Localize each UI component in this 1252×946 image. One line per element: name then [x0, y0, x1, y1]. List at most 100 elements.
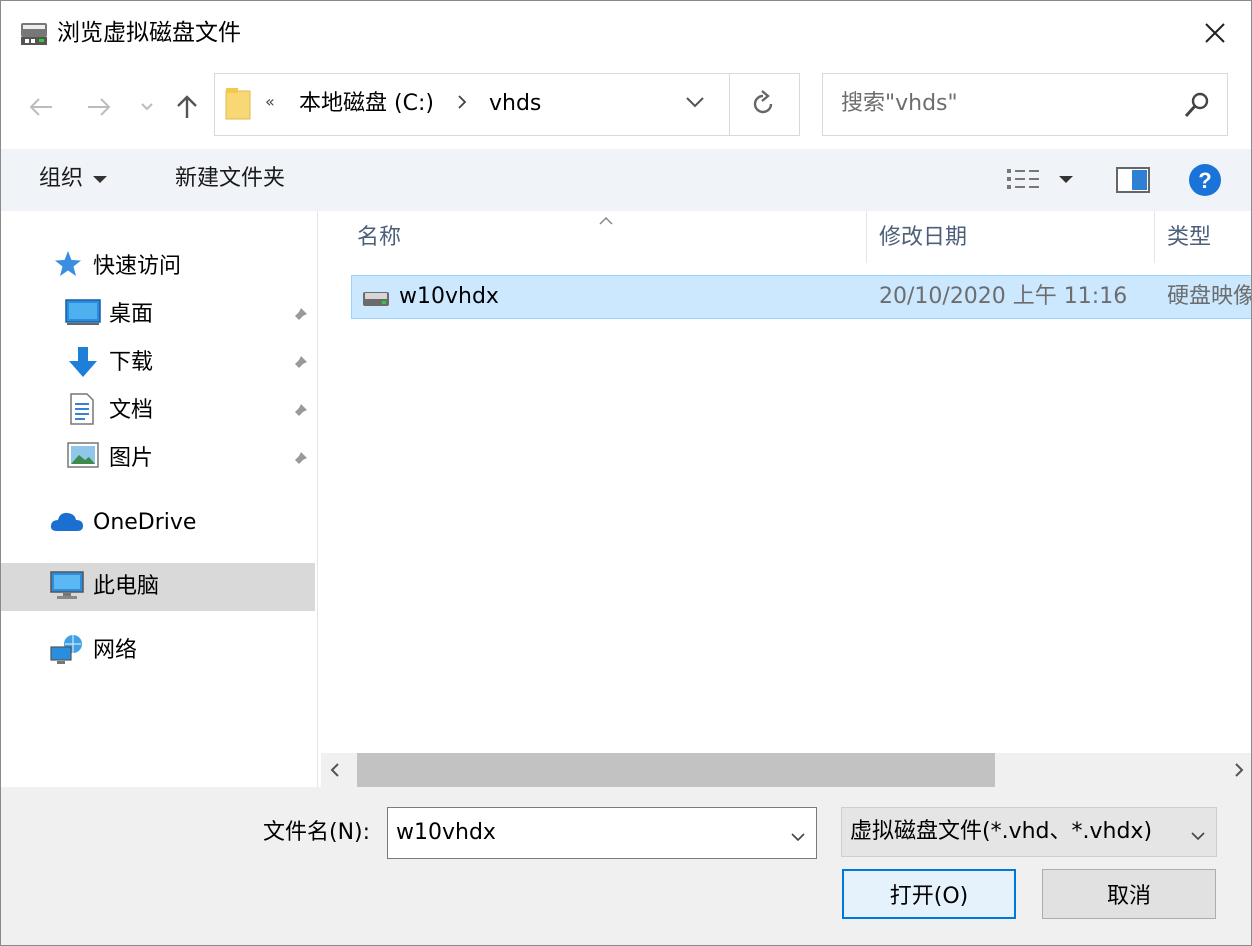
file-name: w10vhdx — [399, 284, 499, 309]
navigation-pane: 快速访问 桌面 下载 文档 图片 OneDrive 此电脑 网络 — [1, 211, 317, 787]
pin-icon[interactable] — [289, 449, 309, 479]
search-placeholder: 搜索"vhds" — [841, 91, 958, 116]
sort-ascending-icon — [598, 211, 614, 230]
organize-menu[interactable]: 组织 — [39, 164, 108, 194]
chevron-right-icon — [1235, 763, 1244, 777]
file-row[interactable]: w10vhdx 20/10/2020 上午 11:16 硬盘映像文件 — [351, 275, 1251, 319]
chevron-down-icon — [686, 97, 704, 108]
new-folder-button[interactable]: 新建文件夹 — [175, 164, 285, 194]
title-bar: 浏览虚拟磁盘文件 — [1, 1, 1251, 65]
nav-documents[interactable]: 文档 — [1, 387, 317, 435]
download-icon — [67, 345, 99, 388]
forward-button[interactable] — [79, 87, 119, 127]
documents-icon — [69, 393, 95, 434]
network-label: 网络 — [93, 638, 138, 663]
pin-icon[interactable] — [289, 353, 309, 383]
star-icon — [53, 249, 83, 288]
nav-pictures[interactable]: 图片 — [1, 435, 317, 483]
pin-icon[interactable] — [289, 305, 309, 335]
file-type-select[interactable]: 虚拟磁盘文件(*.vhd、*.vhdx) — [841, 807, 1217, 857]
chevron-left-icon — [330, 763, 339, 777]
preview-pane-icon — [1116, 167, 1150, 193]
search-icon[interactable] — [1183, 91, 1211, 123]
pictures-label: 图片 — [109, 446, 154, 471]
filename-field[interactable]: w10vhdx — [387, 807, 817, 859]
chevron-right-icon[interactable] — [457, 94, 467, 114]
pictures-icon — [67, 441, 99, 478]
nav-quick-access[interactable]: 快速访问 — [1, 243, 317, 291]
close-icon — [1205, 23, 1225, 43]
virtual-disk-icon — [19, 19, 49, 49]
nav-onedrive[interactable]: OneDrive — [1, 499, 317, 547]
forward-arrow-icon — [88, 98, 111, 116]
this-pc-label: 此电脑 — [93, 574, 160, 599]
address-bar[interactable]: « 本地磁盘 (C:) vhds — [214, 73, 800, 136]
desktop-icon — [65, 297, 101, 336]
view-options-button[interactable] — [1005, 165, 1075, 199]
onedrive-label: OneDrive — [93, 510, 197, 535]
cancel-button-label: 取消 — [1106, 884, 1151, 909]
open-button-label: 打开(O) — [889, 884, 969, 909]
file-type: 硬盘映像文件 — [1167, 284, 1251, 309]
column-header-modified[interactable]: 修改日期 — [879, 221, 967, 255]
address-overflow[interactable]: « — [265, 92, 275, 111]
close-button[interactable] — [1179, 1, 1251, 65]
pane-divider[interactable] — [317, 211, 318, 787]
scroll-left-button[interactable] — [329, 761, 341, 783]
quick-access-label: 快速访问 — [93, 254, 182, 279]
help-button[interactable]: ? — [1188, 163, 1222, 201]
organize-label: 组织 — [39, 166, 84, 191]
horizontal-scrollbar[interactable] — [321, 753, 1251, 787]
documents-label: 文档 — [109, 398, 154, 423]
scrollbar-thumb[interactable] — [357, 753, 995, 787]
up-button[interactable] — [167, 87, 207, 127]
network-icon — [49, 633, 85, 676]
filename-value: w10vhdx — [396, 820, 496, 845]
filename-label: 文件名(N): — [263, 820, 371, 845]
downloads-label: 下载 — [109, 350, 154, 375]
pin-icon[interactable] — [289, 401, 309, 431]
chevron-down-icon — [141, 103, 153, 111]
svg-text:?: ? — [1198, 168, 1211, 193]
folder-icon — [225, 87, 251, 125]
column-divider[interactable] — [866, 211, 867, 263]
open-button[interactable]: 打开(O) — [842, 869, 1016, 919]
command-bar: 组织 新建文件夹 ? — [1, 149, 1251, 211]
navigation-row: « 本地磁盘 (C:) vhds 搜索"vhds" — [1, 67, 1251, 145]
nav-this-pc[interactable]: 此电脑 — [1, 563, 315, 611]
filename-history-dropdown[interactable] — [790, 828, 806, 847]
details-view-icon — [1007, 169, 1073, 189]
chevron-down-icon — [1190, 827, 1206, 846]
new-folder-label: 新建文件夹 — [175, 166, 286, 191]
column-divider[interactable] — [1154, 211, 1155, 263]
file-open-dialog: 浏览虚拟磁盘文件 « 本地磁盘 (C:) vhds 搜索"vhds" 组织 新建… — [0, 0, 1252, 946]
breadcrumb-local-disk[interactable]: 本地磁盘 (C:) — [299, 89, 434, 119]
breadcrumb-vhds[interactable]: vhds — [489, 89, 541, 119]
back-button[interactable] — [21, 87, 61, 127]
column-header-name[interactable]: 名称 — [357, 221, 401, 255]
up-arrow-icon — [177, 95, 197, 118]
help-icon: ? — [1189, 164, 1221, 196]
preview-pane-button[interactable] — [1116, 165, 1150, 199]
recent-locations-button[interactable] — [129, 87, 165, 127]
nav-desktop[interactable]: 桌面 — [1, 291, 317, 339]
file-list: 名称 修改日期 类型 w10vhdx 20/10/2020 上午 11:16 硬… — [321, 211, 1251, 787]
search-input[interactable]: 搜索"vhds" — [822, 73, 1228, 136]
dialog-title: 浏览虚拟磁盘文件 — [57, 20, 241, 46]
computer-icon — [49, 569, 85, 610]
nav-downloads[interactable]: 下载 — [1, 339, 317, 387]
file-type-value: 虚拟磁盘文件(*.vhd、*.vhdx) — [850, 819, 1153, 844]
scroll-right-button[interactable] — [1233, 761, 1245, 783]
dialog-footer: 文件名(N): w10vhdx 虚拟磁盘文件(*.vhd、*.vhdx) 打开(… — [1, 787, 1251, 945]
file-modified: 20/10/2020 上午 11:16 — [879, 284, 1128, 309]
column-header-type[interactable]: 类型 — [1167, 221, 1211, 255]
refresh-icon — [753, 90, 773, 114]
nav-network[interactable]: 网络 — [1, 627, 317, 675]
address-divider — [729, 74, 730, 135]
caret-down-icon — [93, 175, 108, 183]
address-dropdown[interactable] — [685, 94, 705, 113]
refresh-button[interactable] — [749, 90, 777, 122]
drive-icon — [362, 290, 390, 312]
chevron-down-icon — [791, 833, 805, 842]
cancel-button[interactable]: 取消 — [1042, 869, 1216, 919]
